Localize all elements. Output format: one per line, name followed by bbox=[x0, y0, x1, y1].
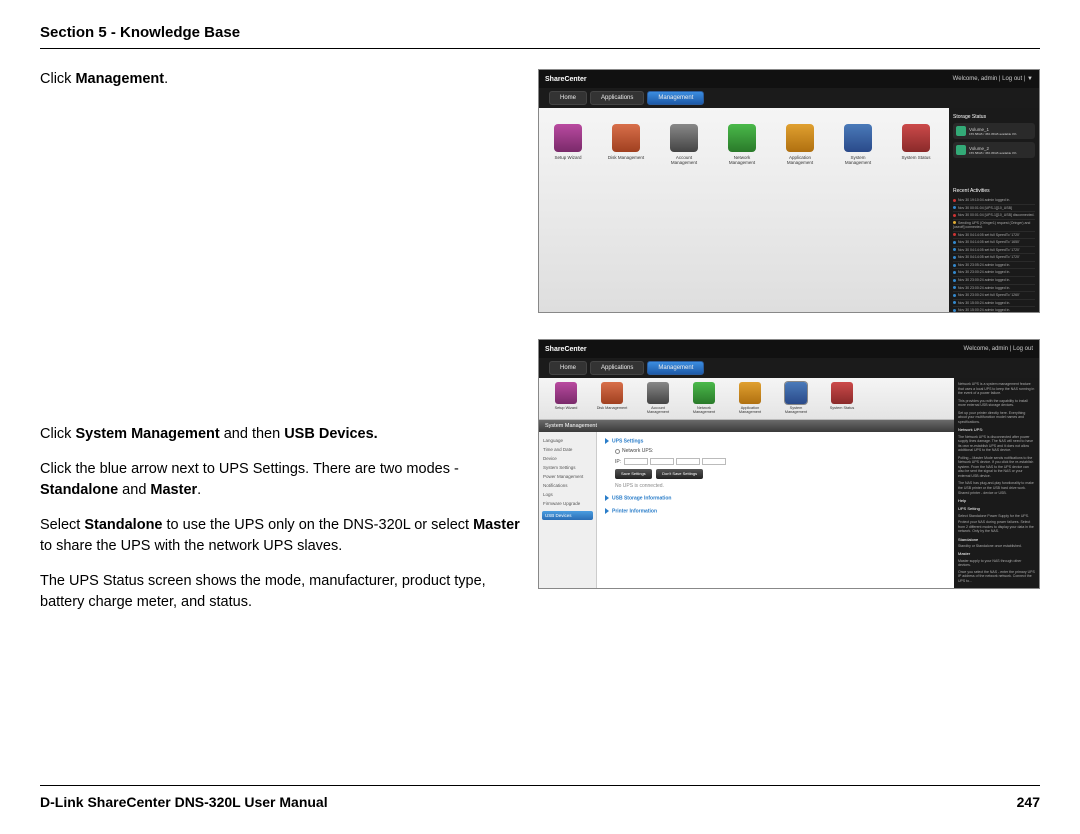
storage-status-head: Storage Status bbox=[953, 114, 1035, 120]
ss2-topbar: ShareCenter Welcome, admin | Log out bbox=[539, 340, 1039, 358]
instruction-column: Click Management. Click System Managemen… bbox=[40, 69, 520, 627]
no-ups-text: No UPS is connected. bbox=[605, 483, 946, 489]
icon-disk-management[interactable]: Disk Management bbox=[607, 124, 645, 296]
page-content: Click Management. Click System Managemen… bbox=[40, 69, 1040, 627]
footer-title: D-Link ShareCenter DNS-320L User Manual bbox=[40, 794, 328, 810]
radio-icon[interactable] bbox=[615, 449, 620, 454]
nav-power-management[interactable]: Power Management bbox=[542, 472, 593, 481]
blue-arrow-icon bbox=[605, 438, 609, 444]
welcome-text: Welcome, admin | Log out bbox=[964, 346, 1033, 352]
disk-icon bbox=[956, 145, 966, 155]
page-footer: D-Link ShareCenter DNS-320L User Manual … bbox=[40, 785, 1040, 810]
tab-management[interactable]: Management bbox=[647, 361, 704, 375]
tab-applications[interactable]: Applications bbox=[590, 361, 644, 375]
instruction-p4: Select Standalone to use the UPS only on… bbox=[40, 515, 520, 557]
nav-firmware-upgrade[interactable]: Firmware Upgrade bbox=[542, 499, 593, 508]
instruction-p3: Click the blue arrow next to UPS Setting… bbox=[40, 459, 520, 501]
icon-application-management[interactable]: Application Management bbox=[733, 382, 767, 415]
icon-system-management[interactable]: System Management bbox=[779, 382, 813, 415]
ss2-nav: Language Time and Date Device System Set… bbox=[539, 432, 597, 588]
icon-network-management[interactable]: Network Management bbox=[687, 382, 721, 415]
ss1-sidebar: Storage Status Volume_1155.58GB / 456.45… bbox=[949, 108, 1039, 312]
ip-row: IP: bbox=[605, 458, 946, 465]
disk-icon bbox=[956, 126, 966, 136]
icon-disk-management[interactable]: Disk Management bbox=[595, 382, 629, 415]
brand-logo: ShareCenter bbox=[545, 346, 587, 353]
nav-usb-devices[interactable]: USB Devices bbox=[542, 511, 593, 520]
ss2-icon-row: Setup Wizard Disk Management Account Man… bbox=[539, 378, 954, 420]
page-header: Section 5 - Knowledge Base bbox=[40, 24, 1040, 49]
printer-info-row[interactable]: Printer Information bbox=[605, 508, 946, 514]
activity-list: Nov 30 19:10:04 admin logged in. Nov 30 … bbox=[953, 197, 1035, 313]
screenshot-column: ShareCenter Welcome, admin | Log out | ▼… bbox=[538, 69, 1040, 627]
icon-system-status[interactable]: System Status bbox=[825, 382, 859, 415]
dont-save-button[interactable]: Don't Save Settings bbox=[656, 469, 703, 479]
instruction-p1: Click Management. bbox=[40, 69, 520, 90]
welcome-text: Welcome, admin | Log out | ▼ bbox=[953, 76, 1033, 82]
ss2-tabs: Home Applications Management bbox=[539, 358, 1039, 378]
network-ups-row: Network UPS: bbox=[605, 448, 946, 454]
ip-field-1[interactable] bbox=[624, 458, 648, 465]
icon-account-management[interactable]: Account Management bbox=[641, 382, 675, 415]
tab-management[interactable]: Management bbox=[647, 91, 704, 105]
usb-storage-row[interactable]: USB Storage Information bbox=[605, 495, 946, 501]
screenshot-management: ShareCenter Welcome, admin | Log out | ▼… bbox=[538, 69, 1040, 313]
ss1-topbar: ShareCenter Welcome, admin | Log out | ▼ bbox=[539, 70, 1039, 88]
ups-settings-row[interactable]: UPS Settings bbox=[605, 438, 946, 444]
icon-system-management[interactable]: System Management bbox=[839, 124, 877, 296]
recent-activities-head: Recent Activities bbox=[953, 188, 1035, 194]
screenshot-usb-devices: ShareCenter Welcome, admin | Log out Hom… bbox=[538, 339, 1040, 589]
tab-home[interactable]: Home bbox=[549, 91, 587, 105]
tab-applications[interactable]: Applications bbox=[590, 91, 644, 105]
nav-language[interactable]: Language bbox=[542, 436, 593, 445]
icon-network-management[interactable]: Network Management bbox=[723, 124, 761, 296]
ss1-tabs: Home Applications Management bbox=[539, 88, 1039, 108]
ss1-main-area: Setup Wizard Disk Management Account Man… bbox=[539, 108, 949, 312]
icon-system-status[interactable]: System Status bbox=[897, 124, 935, 296]
save-settings-button[interactable]: Save Settings bbox=[615, 469, 652, 479]
icon-setup-wizard[interactable]: Setup Wizard bbox=[549, 124, 587, 296]
nav-device[interactable]: Device bbox=[542, 454, 593, 463]
ip-field-2[interactable] bbox=[650, 458, 674, 465]
instruction-p2: Click System Management and then USB Dev… bbox=[40, 424, 520, 445]
ip-field-4[interactable] bbox=[702, 458, 726, 465]
volume-1: Volume_1155.58GB / 456.45GB available 0% bbox=[953, 123, 1035, 139]
ss2-content-area: UPS Settings Network UPS: IP: Save Setti… bbox=[597, 432, 954, 588]
nav-system-settings[interactable]: System Settings bbox=[542, 463, 593, 472]
blue-arrow-icon bbox=[605, 508, 609, 514]
icon-setup-wizard[interactable]: Setup Wizard bbox=[549, 382, 583, 415]
instruction-p5: The UPS Status screen shows the mode, ma… bbox=[40, 571, 520, 613]
brand-logo: ShareCenter bbox=[545, 76, 587, 83]
ss2-subheader: System Management bbox=[539, 420, 954, 432]
volume-2: Volume_2155.58GB / 456.45GB available 0% bbox=[953, 142, 1035, 158]
nav-notifications[interactable]: Notifications bbox=[542, 481, 593, 490]
blue-arrow-icon bbox=[605, 495, 609, 501]
icon-account-management[interactable]: Account Management bbox=[665, 124, 703, 296]
ss2-help-sidebar: Network UPS is a system management featu… bbox=[954, 378, 1039, 588]
nav-logs[interactable]: Logs bbox=[542, 490, 593, 499]
page-number: 247 bbox=[1017, 794, 1040, 810]
section-title: Section 5 - Knowledge Base bbox=[40, 24, 240, 41]
tab-home[interactable]: Home bbox=[549, 361, 587, 375]
nav-time-date[interactable]: Time and Date bbox=[542, 445, 593, 454]
buttons-row: Save Settings Don't Save Settings bbox=[605, 469, 946, 479]
ip-field-3[interactable] bbox=[676, 458, 700, 465]
icon-application-management[interactable]: Application Management bbox=[781, 124, 819, 296]
